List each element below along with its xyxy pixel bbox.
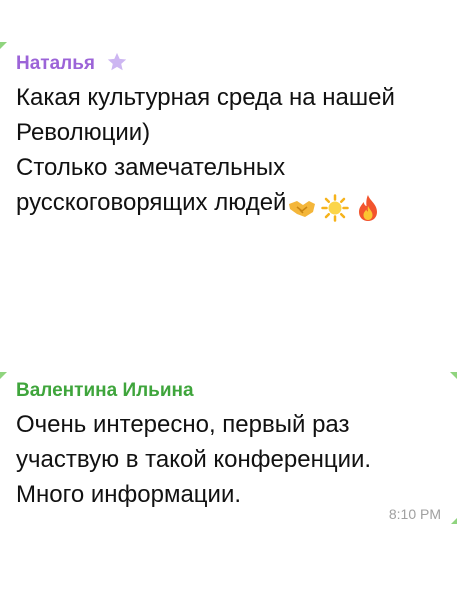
star-icon (107, 52, 127, 71)
message-line-with-emoji: русскоговорящих людей (16, 185, 395, 224)
handshake-emoji-icon (289, 200, 316, 217)
message-line: Революции) (16, 119, 151, 146)
bubble-tail-icon (0, 42, 7, 49)
message-line: Очень интересно, первый раз (16, 411, 350, 438)
message-line: Столько замечательных (16, 154, 286, 181)
emoji-row (288, 189, 387, 224)
message-line: Много информации. (16, 481, 242, 508)
bubble-tail-icon (0, 372, 7, 379)
message-timestamp: 8:10 PM (388, 506, 441, 522)
message-bubble-valentina[interactable]: Валентина Ильина Очень интересно, первый… (0, 372, 457, 544)
bubble-corner-bottom-icon (451, 518, 457, 524)
sender-name-label: Наталья (16, 53, 95, 74)
message-line: участвую в такой конференции. (16, 446, 372, 473)
message-text: Очень интересно, первый раз участвую в т… (16, 407, 371, 512)
message-line: Какая культурная среда на нашей (16, 84, 395, 111)
sender-name[interactable]: Наталья (16, 51, 129, 76)
message-text: Какая культурная среда на нашей Революци… (16, 80, 395, 224)
sun-emoji-icon (321, 193, 350, 222)
fire-emoji-icon (359, 194, 378, 221)
sender-name[interactable]: Валентина Ильина (16, 379, 194, 403)
message-bubble-natalia[interactable]: Наталья Какая культурная среда на нашей … (0, 42, 457, 244)
message-line-text: русскоговорящих людей (16, 189, 287, 216)
bubble-corner-icon (450, 372, 457, 379)
